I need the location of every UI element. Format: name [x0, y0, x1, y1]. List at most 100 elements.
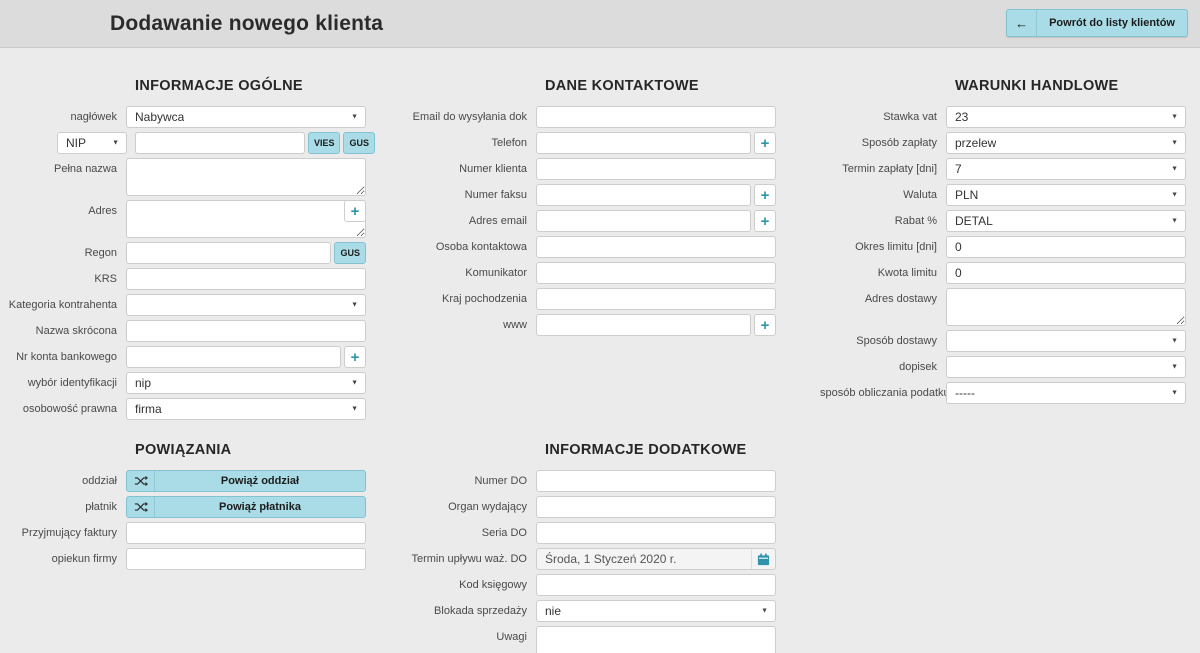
organ-wydajacy-input[interactable]: [536, 496, 776, 518]
numer-klienta-input[interactable]: [536, 158, 776, 180]
kwota-limitu-input[interactable]: [946, 262, 1186, 284]
kod-ksiegowy-label: Kod księgowy: [410, 574, 536, 596]
okres-limitu-label: Okres limitu [dni]: [820, 236, 946, 258]
kod-ksiegowy-input[interactable]: [536, 574, 776, 596]
chevron-down-icon: [1171, 338, 1178, 345]
seria-do-label: Seria DO: [410, 522, 536, 544]
termin-zaplaty-select[interactable]: 7: [946, 158, 1186, 180]
email-dok-label: Email do wysyłania dok: [410, 106, 536, 128]
add-address-button[interactable]: +: [344, 200, 366, 222]
przyjmujacy-faktury-input[interactable]: [126, 522, 366, 544]
sposob-obliczania-podatku-select[interactable]: -----: [946, 382, 1186, 404]
add-email-button[interactable]: +: [754, 210, 776, 232]
nazwa-skrocona-input[interactable]: [126, 320, 366, 342]
sposob-zaplaty-select[interactable]: przelew: [946, 132, 1186, 154]
field-row-kod-ksiegowy: Kod księgowy: [410, 574, 820, 596]
link-payer-label: Powiąż płatnika: [155, 497, 365, 517]
pelna-nazwa-textarea[interactable]: [126, 158, 366, 196]
back-to-client-list-button[interactable]: ← Powrót do listy klientów: [1006, 9, 1188, 37]
link-payer-button[interactable]: Powiąż płatnika: [126, 496, 366, 518]
numer-do-input[interactable]: [536, 470, 776, 492]
naglowek-select[interactable]: Nabywca: [126, 106, 366, 128]
dopisek-label: dopisek: [820, 356, 946, 378]
field-row-adres-email: Adres email +: [410, 210, 820, 232]
numer-faksu-label: Numer faksu: [410, 184, 536, 206]
chevron-down-icon: [1171, 140, 1178, 147]
numer-faksu-input[interactable]: [536, 184, 751, 206]
kategoria-kontrahenta-select[interactable]: [126, 294, 366, 316]
krs-input[interactable]: [126, 268, 366, 290]
waluta-select[interactable]: PLN: [946, 184, 1186, 206]
add-bank-account-button[interactable]: +: [344, 346, 366, 368]
field-row-platnik: płatnik Powiąż płatnika: [0, 496, 410, 518]
nip-input[interactable]: [135, 132, 305, 154]
adres-label: Adres: [0, 200, 126, 222]
seria-do-input[interactable]: [536, 522, 776, 544]
waluta-label: Waluta: [820, 184, 946, 206]
field-row-uwagi: Uwagi: [410, 626, 820, 653]
kraj-pochodzenia-input[interactable]: [536, 288, 776, 310]
stawka-vat-select[interactable]: 23: [946, 106, 1186, 128]
regon-gus-button[interactable]: GUS: [334, 242, 366, 264]
sposob-dostawy-select[interactable]: [946, 330, 1186, 352]
back-arrow-icon: ←: [1007, 10, 1037, 36]
adres-email-input[interactable]: [536, 210, 751, 232]
telefon-label: Telefon: [410, 132, 536, 154]
chevron-down-icon: [112, 140, 119, 147]
field-row-osobowosc-prawna: osobowość prawna firma: [0, 398, 410, 420]
add-www-button[interactable]: +: [754, 314, 776, 336]
osobowosc-prawna-select[interactable]: firma: [126, 398, 366, 420]
chevron-down-icon: [1171, 364, 1178, 371]
plus-icon: +: [351, 349, 360, 366]
field-row-regon: Regon GUS: [0, 242, 410, 264]
field-row-kwota-limitu: Kwota limitu: [820, 262, 1200, 284]
stawka-vat-label: Stawka vat: [820, 106, 946, 128]
calendar-icon[interactable]: [751, 549, 775, 569]
chevron-down-icon: [351, 302, 358, 309]
gus-button[interactable]: GUS: [343, 132, 375, 154]
field-row-rabat: Rabat % DETAL: [820, 210, 1200, 232]
okres-limitu-input[interactable]: [946, 236, 1186, 258]
kategoria-kontrahenta-label: Kategoria kontrahenta: [0, 294, 126, 316]
nr-konta-label: Nr konta bankowego: [0, 346, 126, 368]
osoba-kontaktowa-input[interactable]: [536, 236, 776, 258]
add-phone-button[interactable]: +: [754, 132, 776, 154]
field-row-naglowek: nagłówek Nabywca: [0, 106, 410, 128]
field-row-adres: Adres +: [0, 200, 410, 238]
termin-uplywu-date-input[interactable]: Środa, 1 Styczeń 2020 r.: [536, 548, 776, 570]
adres-textarea[interactable]: [126, 200, 366, 238]
rabat-select[interactable]: DETAL: [946, 210, 1186, 232]
rabat-label: Rabat %: [820, 210, 946, 232]
field-row-termin-zaplaty: Termin zapłaty [dni] 7: [820, 158, 1200, 180]
sposob-zaplaty-label: Sposób zapłaty: [820, 132, 946, 154]
field-row-organ-wydajacy: Organ wydający: [410, 496, 820, 518]
field-row-krs: KRS: [0, 268, 410, 290]
chevron-down-icon: [1171, 114, 1178, 121]
page-title: Dodawanie nowego klienta: [110, 12, 383, 36]
link-branch-button[interactable]: Powiąż oddział: [126, 470, 366, 492]
vies-button[interactable]: VIES: [308, 132, 341, 154]
krs-label: KRS: [0, 268, 126, 290]
plus-icon: +: [761, 317, 770, 334]
oddzial-label: oddział: [0, 470, 126, 492]
add-fax-button[interactable]: +: [754, 184, 776, 206]
regon-input[interactable]: [126, 242, 331, 264]
nr-konta-input[interactable]: [126, 346, 341, 368]
wybor-identyfikacji-select[interactable]: nip: [126, 372, 366, 394]
komunikator-input[interactable]: [536, 262, 776, 284]
blokada-sprzedazy-select[interactable]: nie: [536, 600, 776, 622]
field-row-blokada-sprzedazy: Blokada sprzedaży nie: [410, 600, 820, 622]
nip-type-select[interactable]: NIP: [57, 132, 127, 154]
komunikator-label: Komunikator: [410, 262, 536, 284]
opiekun-firmy-input[interactable]: [126, 548, 366, 570]
uwagi-textarea[interactable]: [536, 626, 776, 653]
field-row-www: www +: [410, 314, 820, 336]
adres-dostawy-textarea[interactable]: [946, 288, 1186, 326]
www-input[interactable]: [536, 314, 751, 336]
section-title-contact: DANE KONTAKTOWE: [545, 78, 820, 94]
section-title-relations: POWIĄZANIA: [135, 442, 410, 458]
email-dok-input[interactable]: [536, 106, 776, 128]
column-contact: DANE KONTAKTOWE Email do wysyłania dok T…: [410, 78, 820, 653]
dopisek-select[interactable]: [946, 356, 1186, 378]
telefon-input[interactable]: [536, 132, 751, 154]
